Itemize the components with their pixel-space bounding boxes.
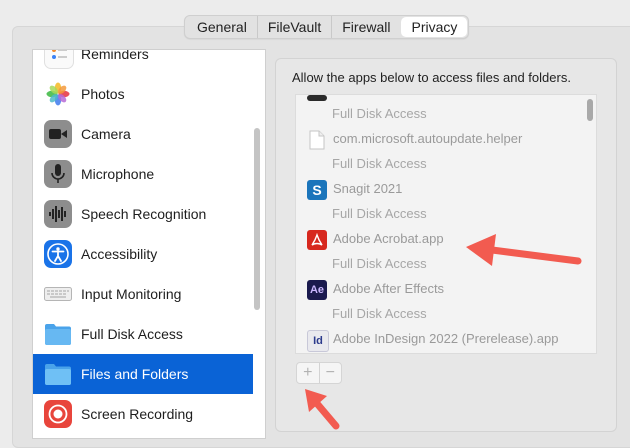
sidebar-item-label: Camera [81,126,131,142]
pane-description: Allow the apps below to access files and… [292,70,571,85]
list-item[interactable]: Ae Adobe After Effects [296,277,581,302]
snagit-icon: S [307,180,327,200]
reminders-icon [44,50,74,69]
speech-recognition-icon [44,200,72,228]
microphone-icon [44,160,72,188]
sidebar-item-label: Accessibility [81,246,158,262]
app-name: Adobe After Effects [333,281,445,296]
indesign-icon: Id [307,330,329,352]
tab-privacy[interactable]: Privacy [401,17,468,37]
list-item[interactable]: com.microsoft.autoupdate.helper [296,127,581,152]
photos-icon [44,80,72,108]
add-remove-control: + − [296,362,342,384]
sidebar-item-camera[interactable]: Camera [33,114,253,154]
sidebar-item-label: Full Disk Access [81,326,183,342]
access-type-label: Full Disk Access [332,256,427,271]
annotation-arrow-icon [466,234,582,266]
list-item-subtitle: Full Disk Access [296,152,581,177]
sidebar-item-label: Reminders [81,49,149,62]
tab-filevault[interactable]: FileVault [256,16,331,38]
app-icon [307,95,327,101]
app-name: Adobe InDesign 2022 (Prerelease).app [333,331,559,346]
list-item[interactable]: S Snagit 2021 [296,177,581,202]
app-list: Full Disk Access com.microsoft.autoupdat… [295,94,597,354]
list-item-subtitle: Full Disk Access [296,202,581,227]
acrobat-icon [307,230,327,250]
after-effects-icon: Ae [307,280,327,300]
access-type-label: Full Disk Access [332,306,427,321]
privacy-category-list: Reminders Photos Camera Microphone Speec… [32,49,266,439]
sidebar-item-files-and-folders[interactable]: Files and Folders [33,354,253,394]
tab-general[interactable]: General [185,16,257,38]
sidebar-item-microphone[interactable]: Microphone [33,154,253,194]
sidebar-item-label: Files and Folders [81,366,189,382]
sidebar-scrollbar[interactable] [254,128,260,310]
sidebar-item-input-monitoring[interactable]: Input Monitoring [33,274,253,314]
folder-icon [44,320,72,348]
app-name: Adobe Acrobat.app [333,231,444,246]
sidebar-item-label: Screen Recording [81,406,194,422]
tab-bar: General FileVault Firewall Privacy [184,15,470,39]
document-icon [307,130,327,150]
accessibility-icon [44,240,72,268]
annotation-arrow-icon [305,389,340,430]
sidebar-item-label: Input Monitoring [81,286,182,302]
sidebar-item-accessibility[interactable]: Accessibility [33,234,253,274]
access-type-label: Full Disk Access [332,106,427,121]
list-item[interactable]: Id Adobe InDesign 2022 (Prerelease).app [296,327,581,352]
remove-app-button[interactable]: − [318,363,342,383]
app-list-scrollbar[interactable] [587,99,593,121]
access-type-label: Full Disk Access [332,206,427,221]
sidebar-item-full-disk-access[interactable]: Full Disk Access [33,314,253,354]
list-item-subtitle: Full Disk Access [296,102,581,127]
app-name: Snagit 2021 [333,181,403,196]
sidebar-item-label: Microphone [81,166,155,182]
sidebar-item-reminders[interactable]: Reminders [33,49,253,74]
access-type-label: Full Disk Access [332,156,427,171]
folder-icon [44,360,72,388]
sidebar-item-label: Speech Recognition [81,206,207,222]
list-item-subtitle: Full Disk Access [296,302,581,327]
tab-firewall[interactable]: Firewall [331,16,400,38]
camera-icon [44,120,72,148]
screen-recording-icon [44,400,72,428]
sidebar-item-label: Photos [81,86,125,102]
sidebar-item-speech-recognition[interactable]: Speech Recognition [33,194,253,234]
sidebar-item-photos[interactable]: Photos [33,74,253,114]
sidebar-item-screen-recording[interactable]: Screen Recording [33,394,253,434]
app-name: com.microsoft.autoupdate.helper [333,131,523,146]
keyboard-icon [44,280,72,308]
add-app-button[interactable]: + [297,363,319,383]
